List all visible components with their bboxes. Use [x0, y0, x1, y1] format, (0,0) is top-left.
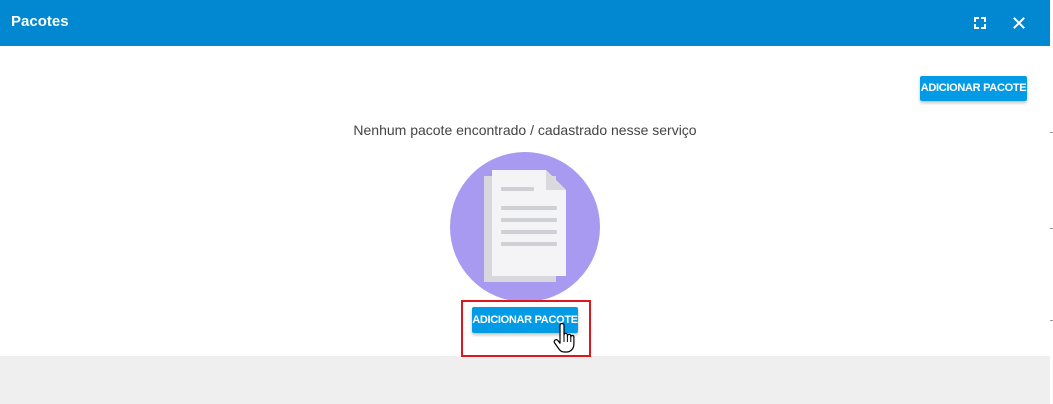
empty-state-message: Nenhum pacote encontrado / cadastrado ne… — [0, 121, 1050, 139]
dialog-title: Pacotes — [11, 13, 69, 30]
empty-state-message-text: Nenhum pacote encontrado / cadastrado ne… — [353, 122, 697, 138]
add-package-button-top[interactable]: ADICIONAR PACOTE — [920, 76, 1027, 101]
packages-dialog: Pacotes ADICIONAR PACOTE Nenhum pacote e… — [0, 0, 1050, 356]
add-package-button[interactable]: ADICIONAR PACOTE — [472, 307, 578, 333]
dialog-titlebar: Pacotes — [0, 0, 1050, 46]
fullscreen-icon[interactable] — [970, 13, 990, 33]
document-icon — [450, 152, 600, 302]
close-icon[interactable] — [1009, 13, 1029, 33]
